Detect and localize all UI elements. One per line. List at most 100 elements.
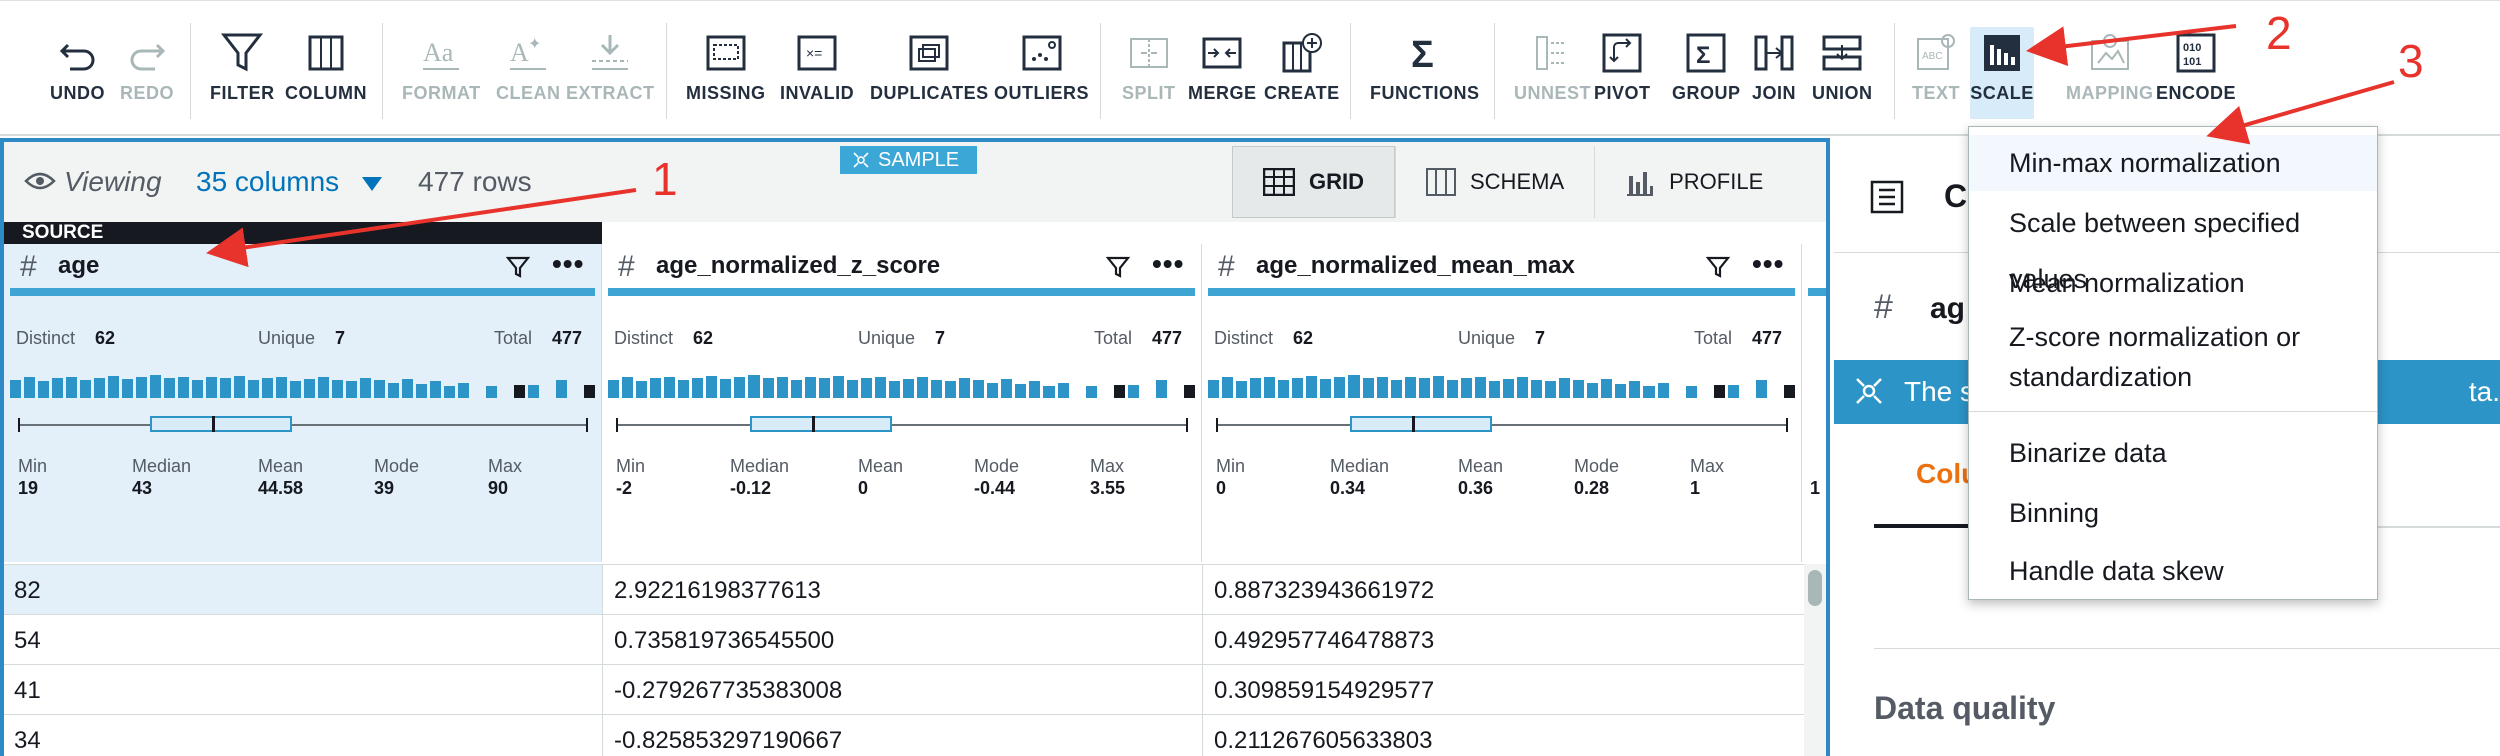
histogram-bar <box>1474 376 1486 398</box>
histogram[interactable] <box>10 350 595 398</box>
encode-button[interactable]: 010 101 ENCODE <box>2156 31 2236 115</box>
histogram[interactable] <box>1208 350 1795 398</box>
union-button[interactable]: UNION <box>1812 31 1873 115</box>
annotation-2: 2 <box>2266 7 2292 59</box>
menu-item-mean-normalization[interactable]: Mean normalization <box>1969 255 2377 311</box>
histogram-bar <box>388 382 399 398</box>
menu-item-min-max-normalization[interactable]: Min-max normalization <box>1969 135 2377 191</box>
histogram-bar <box>1208 379 1220 398</box>
histogram-bar <box>1615 384 1627 398</box>
filter-icon[interactable] <box>1706 256 1730 278</box>
column-age[interactable]: # age ••• Distinct 62 Unique 7 Total 477 Mi… <box>4 244 602 562</box>
invalid-button[interactable]: ×= INVALID <box>780 31 854 115</box>
numeric-type-icon: # <box>20 250 37 283</box>
tab-profile[interactable]: PROFILE <box>1594 146 1793 218</box>
table-row[interactable]: 54 0.735819736545500 0.492957746478873 <box>4 614 1804 664</box>
table-row[interactable]: 82 2.92216198377613 0.887323943661972 <box>4 564 1804 614</box>
create-button[interactable]: CREATE <box>1264 31 1340 115</box>
columns-selector[interactable]: 35 columns <box>196 166 339 198</box>
view-bar: Viewing 35 columns 477 rows SAMPLE GRID … <box>4 142 1826 222</box>
menu-item-scale-between-values[interactable]: Scale between specified values <box>1969 195 2377 294</box>
cell[interactable]: 0.492957746478873 <box>1214 627 1434 655</box>
cell[interactable]: -0.825853297190667 <box>614 727 842 755</box>
duplicates-icon <box>909 35 949 71</box>
clean-button[interactable]: A ✦ CLEAN <box>496 31 561 115</box>
unnest-button[interactable]: UNNEST <box>1514 31 1591 115</box>
histogram-bar <box>1222 377 1234 398</box>
cell[interactable]: 2.92216198377613 <box>614 577 821 605</box>
histogram-bar <box>1320 378 1332 398</box>
cell[interactable]: 0.309859154929577 <box>1214 677 1434 705</box>
histogram-bar <box>1783 384 1795 398</box>
cell[interactable]: 54 <box>14 627 41 655</box>
join-button[interactable]: JOIN <box>1752 31 1796 115</box>
column-header[interactable]: # age ••• <box>4 244 601 288</box>
cell[interactable]: 0.887323943661972 <box>1214 577 1434 605</box>
outliers-button[interactable]: OUTLIERS <box>994 31 1089 115</box>
cell[interactable]: 0.211267605633803 <box>1214 727 1432 755</box>
table-row[interactable]: 34 -0.825853297190667 0.211267605633803 <box>4 714 1804 756</box>
menu-item-binarize-data[interactable]: Binarize data <box>1969 425 2377 481</box>
grid-icon <box>1263 168 1295 196</box>
filter-icon[interactable] <box>506 256 530 278</box>
more-options-icon[interactable]: ••• <box>1152 248 1184 280</box>
cell[interactable]: 82 <box>14 577 41 605</box>
filter-button[interactable]: FILTER <box>210 31 275 115</box>
more-options-icon[interactable]: ••• <box>1752 248 1784 280</box>
numeric-type-icon: # <box>1874 288 1893 326</box>
column-age-normalized-mean-max[interactable]: # age_normalized_mean_max ••• Distinct 62… <box>1202 244 1802 562</box>
functions-button[interactable]: Σ FUNCTIONS <box>1370 31 1480 115</box>
split-button[interactable]: SPLIT <box>1122 31 1176 115</box>
cell[interactable]: 0.735819736545500 <box>614 627 834 655</box>
histogram[interactable] <box>608 350 1195 398</box>
cell[interactable]: -0.279267735383008 <box>614 677 842 705</box>
svg-text:ABC: ABC <box>1922 51 1943 62</box>
mapping-button[interactable]: MAPPING <box>2066 31 2154 115</box>
extract-button[interactable]: EXTRACT <box>566 31 655 115</box>
text-button[interactable]: ABC TEXT <box>1912 31 1960 115</box>
menu-item-z-score-normalization[interactable]: Z-score normalization or standardization <box>1969 317 2377 397</box>
caret-down-icon[interactable] <box>362 177 382 191</box>
duplicates-button[interactable]: DUPLICATES <box>870 31 989 115</box>
column-partial[interactable]: 1 <box>1802 244 1826 562</box>
column-button[interactable]: COLUMN <box>285 31 367 115</box>
scale-button[interactable]: SCALE <box>1970 27 2034 119</box>
tab-schema[interactable]: SCHEMA <box>1395 146 1594 218</box>
stat-label: Max <box>488 456 523 476</box>
histogram-bar <box>860 378 872 398</box>
sample-icon <box>853 152 869 168</box>
boxplot-max <box>1186 418 1188 432</box>
stat-value: 0.34 <box>1330 478 1366 498</box>
histogram-bar <box>164 378 175 398</box>
histogram-bar <box>1306 375 1318 398</box>
stat-label: Mode <box>974 456 1020 476</box>
column-age-normalized-z-score[interactable]: # age_normalized_z_score ••• Distinct 62 … <box>602 244 1202 562</box>
menu-item-label: Z-score normalization or <box>2009 322 2301 352</box>
cell[interactable]: 41 <box>14 677 41 705</box>
group-button[interactable]: Σ GROUP <box>1672 31 1741 115</box>
scroll-thumb[interactable] <box>1808 570 1822 606</box>
column-header[interactable]: # age_normalized_mean_max ••• <box>1202 244 1801 288</box>
histogram-bar <box>66 376 77 398</box>
column-icon <box>308 35 344 71</box>
tab-grid[interactable]: GRID <box>1232 146 1395 218</box>
format-button[interactable]: Aa FORMAT <box>402 31 481 115</box>
menu-item-binning[interactable]: Binning <box>1969 485 2377 541</box>
boxplot-median <box>1412 416 1415 432</box>
pivot-button[interactable]: PIVOT <box>1594 31 1651 115</box>
filter-icon[interactable] <box>1106 256 1130 278</box>
undo-button[interactable]: UNDO <box>50 31 105 115</box>
more-options-icon[interactable]: ••• <box>552 248 584 280</box>
redo-button[interactable]: REDO <box>120 31 174 115</box>
missing-button[interactable]: MISSING <box>686 31 766 115</box>
histogram-bar <box>1559 377 1571 398</box>
histogram-bar <box>1488 380 1500 398</box>
column-header[interactable]: # age_normalized_z_score ••• <box>602 244 1201 288</box>
histogram-bar <box>136 377 147 398</box>
merge-button[interactable]: MERGE <box>1188 31 1257 115</box>
vertical-scrollbar[interactable] <box>1804 564 1826 756</box>
menu-item-handle-data-skew[interactable]: Handle data skew <box>1969 543 2377 599</box>
cell[interactable]: 34 <box>14 727 41 755</box>
table-row[interactable]: 41 -0.279267735383008 0.309859154929577 <box>4 664 1804 714</box>
histogram-bar <box>1376 376 1388 398</box>
